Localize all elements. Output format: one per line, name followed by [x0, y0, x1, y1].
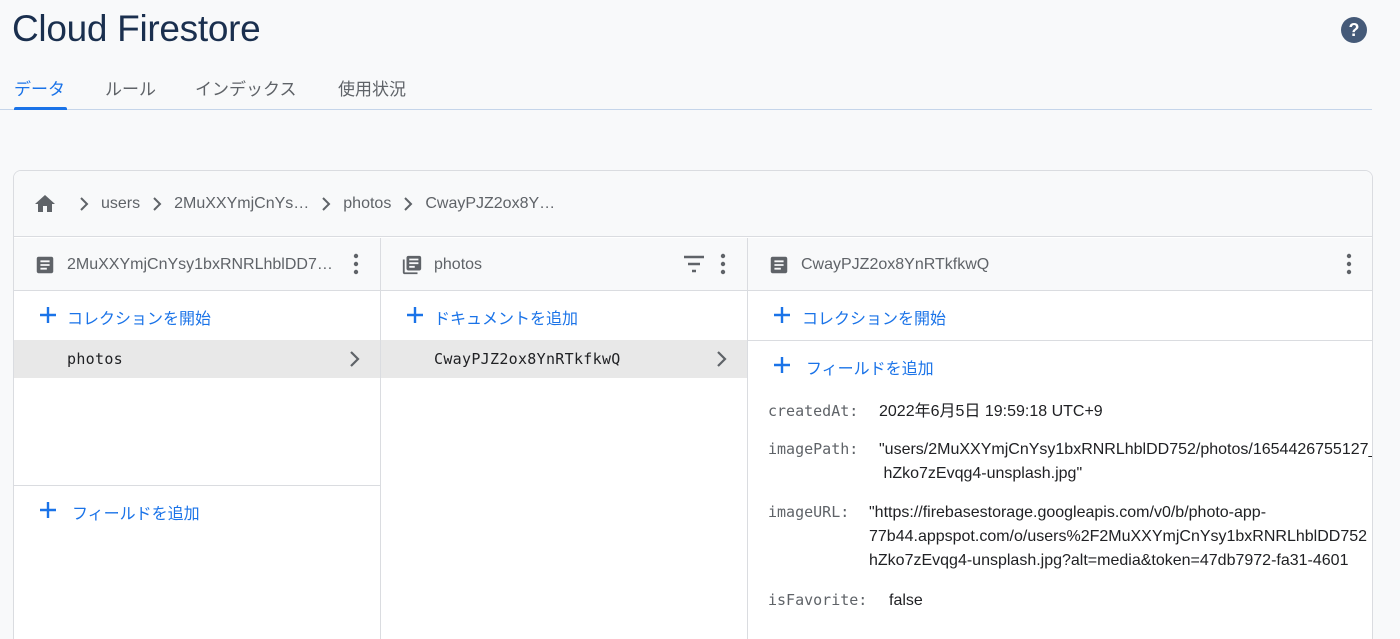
more-vert-icon[interactable]	[1346, 252, 1352, 276]
plus-icon	[774, 357, 790, 373]
list-item[interactable]: CwayPJZ2ox8YnRTkfkwQ	[381, 340, 747, 378]
more-vert-icon[interactable]	[353, 252, 359, 276]
start-collection-button[interactable]: コレクションを開始	[748, 291, 1372, 339]
column-header: 2MuXXYmjCnYsy1bxRNRLhblDD7…	[14, 238, 380, 291]
photos-collection-column: photos ドキュメントを追加 CwayPJZ2ox8YnRTkfkwQ	[381, 238, 748, 639]
column-header: photos	[381, 238, 747, 291]
list-item[interactable]: photos	[14, 340, 380, 378]
chevron-right-icon	[717, 351, 727, 367]
user-document-column: 2MuXXYmjCnYsy1bxRNRLhblDD7… コレクションを開始 ph…	[14, 238, 381, 639]
breadcrumb: users 2MuXXYmjCnYs… photos CwayPJZ2ox8Y…	[14, 171, 1372, 237]
breadcrumb-photos[interactable]: photos	[343, 195, 391, 213]
tab-bar: データ ルール インデックス 使用状況	[0, 62, 1372, 110]
plus-icon	[40, 307, 56, 323]
column-title: photos	[434, 256, 483, 273]
collection-icon	[402, 255, 422, 275]
add-field-button[interactable]: フィールドを追加	[14, 486, 380, 534]
home-icon[interactable]	[33, 192, 57, 216]
start-collection-button[interactable]: コレクションを開始	[14, 291, 380, 339]
add-document-button[interactable]: ドキュメントを追加	[381, 291, 747, 339]
data-panel: users 2MuXXYmjCnYs… photos CwayPJZ2ox8Y……	[13, 170, 1373, 639]
plus-icon	[40, 502, 56, 518]
tab-usage[interactable]: 使用状況	[338, 75, 406, 100]
breadcrumb-photo-doc[interactable]: CwayPJZ2ox8Y…	[425, 195, 555, 213]
breadcrumb-users[interactable]: users	[101, 195, 140, 213]
breadcrumb-user-doc[interactable]: 2MuXXYmjCnYs…	[174, 195, 309, 213]
more-vert-icon[interactable]	[720, 252, 726, 276]
chevron-right-icon	[395, 196, 421, 211]
chevron-right-icon	[144, 196, 170, 211]
chevron-right-icon	[71, 196, 97, 211]
photo-document-column: CwayPJZ2ox8YnRTkfkwQ コレクションを開始 フィールドを追加 …	[748, 238, 1372, 639]
chevron-right-icon	[350, 351, 360, 367]
column-header: CwayPJZ2ox8YnRTkfkwQ	[748, 238, 1372, 291]
document-icon	[36, 256, 54, 274]
add-field-button[interactable]: フィールドを追加	[748, 341, 1372, 389]
tab-rules[interactable]: ルール	[105, 75, 156, 100]
plus-icon	[407, 307, 423, 323]
document-icon	[770, 256, 788, 274]
column-title: CwayPJZ2ox8YnRTkfkwQ	[801, 256, 990, 273]
active-tab-indicator	[14, 107, 67, 110]
filter-icon[interactable]	[682, 254, 706, 274]
plus-icon	[774, 307, 790, 323]
tab-indexes[interactable]: インデックス	[195, 75, 297, 100]
help-icon[interactable]: ?	[1341, 17, 1367, 43]
chevron-right-icon	[313, 196, 339, 211]
column-title: 2MuXXYmjCnYsy1bxRNRLhblDD7…	[67, 256, 333, 273]
tab-data[interactable]: データ	[14, 75, 65, 100]
page-title: Cloud Firestore	[12, 8, 261, 49]
